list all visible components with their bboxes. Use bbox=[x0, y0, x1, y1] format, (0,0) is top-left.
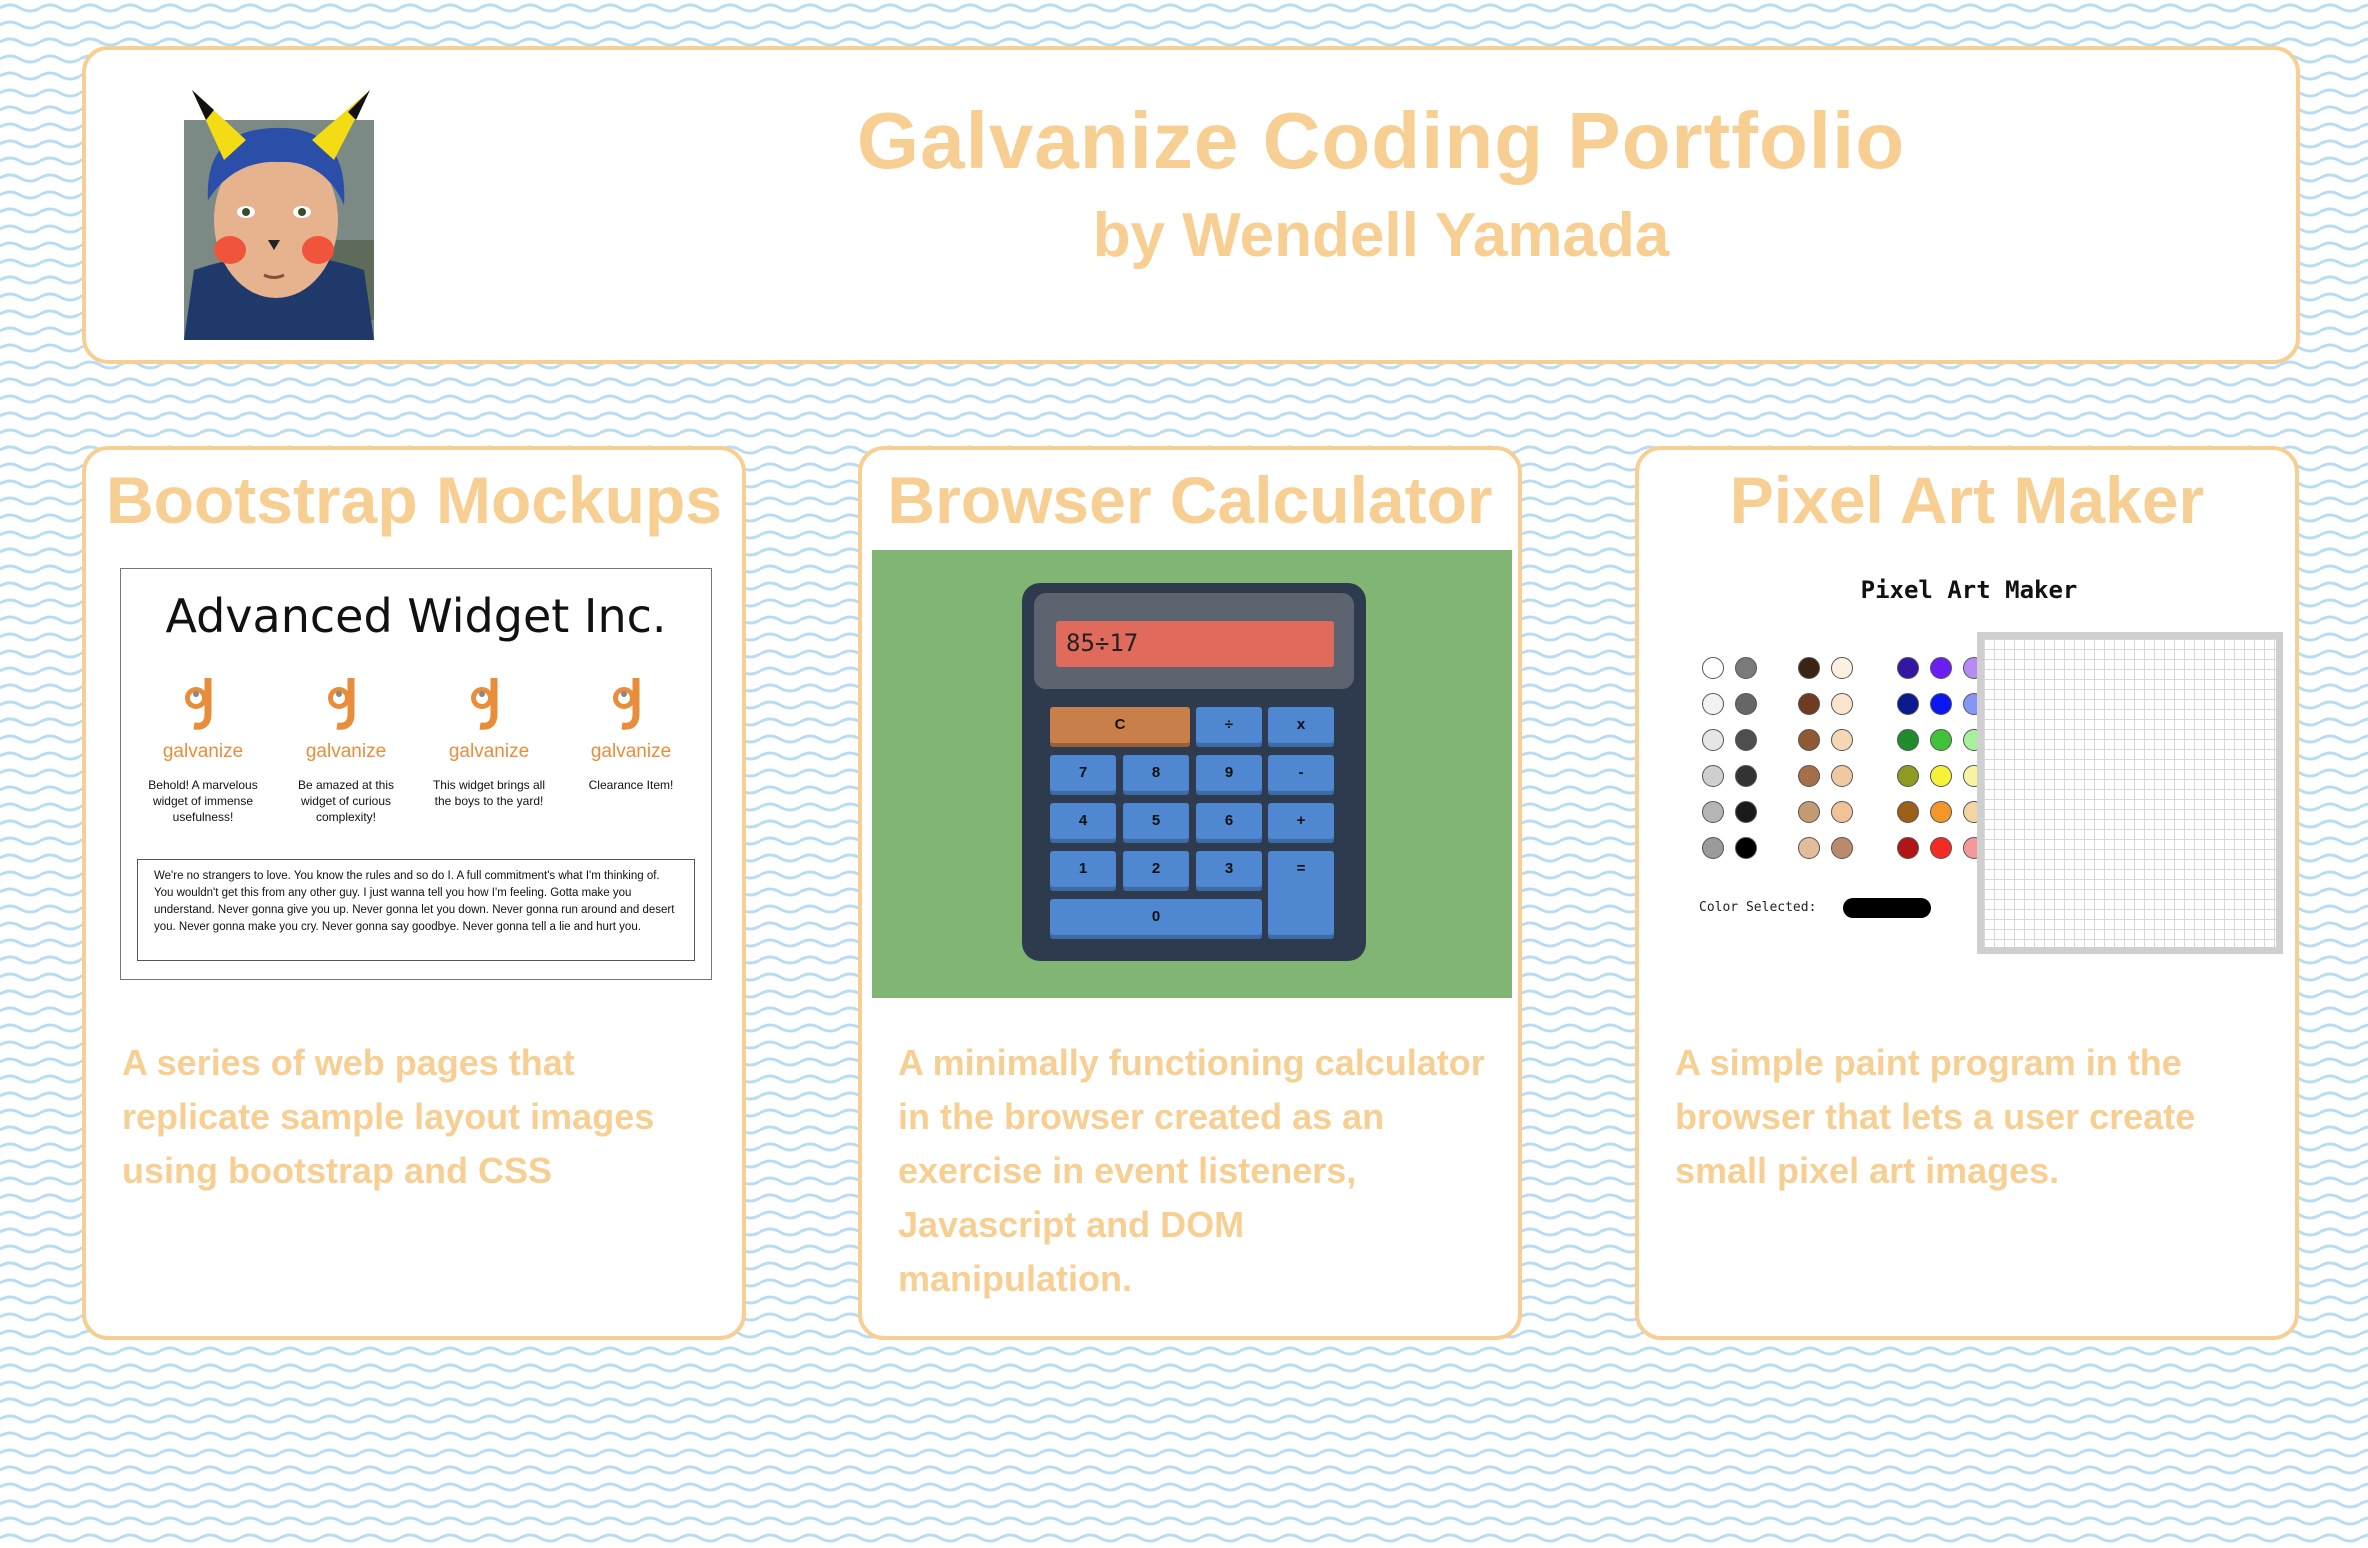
palette-color-swatch bbox=[1797, 729, 1820, 751]
pixel-art-heading: Pixel Art Maker bbox=[1860, 576, 2078, 604]
palette-color-swatch bbox=[1896, 801, 1919, 823]
card-title[interactable]: Pixel Art Maker bbox=[1639, 462, 2295, 538]
palette-color-swatch bbox=[1929, 837, 1952, 859]
palette-color-swatch bbox=[1797, 837, 1820, 859]
palette-color-swatch bbox=[1896, 693, 1919, 715]
palette-color-swatch bbox=[1929, 693, 1952, 715]
palette-color-swatch bbox=[1830, 729, 1853, 751]
card-description: A simple paint program in the browser th… bbox=[1675, 1042, 2196, 1191]
calc-key-equals: = bbox=[1268, 851, 1334, 935]
palette-color-swatch bbox=[1701, 837, 1724, 859]
calc-key-0: 0 bbox=[1050, 899, 1262, 935]
palette-color-swatch bbox=[1734, 801, 1757, 823]
project-card-bootstrap[interactable]: Bootstrap Mockups Advanced Widget Inc. g… bbox=[82, 446, 746, 1340]
palette-color-swatch bbox=[1734, 693, 1757, 715]
palette-color-swatch bbox=[1929, 657, 1952, 679]
palette-color-swatch bbox=[1830, 765, 1853, 787]
palette-color-swatch bbox=[1701, 657, 1724, 679]
calc-key-5: 5 bbox=[1123, 803, 1189, 839]
calc-key-6: 6 bbox=[1196, 803, 1262, 839]
widget-column: galvanize Clearance Item! bbox=[561, 674, 701, 793]
palette-color-swatch bbox=[1896, 657, 1919, 679]
palette-color-swatch bbox=[1896, 765, 1919, 787]
page-title: Galvanize Coding Portfolio bbox=[856, 96, 1906, 185]
calculator-body: 85÷17 C ÷ x 7 8 9 - 4 5 6 + 1 2 3 = 0 bbox=[1022, 583, 1366, 961]
palette-color-swatch bbox=[1701, 765, 1724, 787]
card-description: A series of web pages that replicate sam… bbox=[122, 1042, 655, 1191]
calculator-screen-bezel: 85÷17 bbox=[1034, 593, 1354, 689]
calc-key-8: 8 bbox=[1123, 755, 1189, 791]
widget-text: Behold! A marvelous widget of immense us… bbox=[148, 778, 258, 824]
page-subtitle: by Wendell Yamada bbox=[1092, 201, 1670, 270]
calculator-display: 85÷17 bbox=[1056, 621, 1334, 667]
widget-text: Clearance Item! bbox=[588, 778, 674, 792]
brand-label: galvanize bbox=[305, 741, 387, 762]
palette-color-swatch bbox=[1929, 801, 1952, 823]
pixel-art-preview-image[interactable]: Pixel Art Maker Color Selected: bbox=[1649, 550, 2289, 998]
palette-color-swatch bbox=[1797, 657, 1820, 679]
calc-key-7: 7 bbox=[1050, 755, 1116, 791]
palette-color-swatch bbox=[1797, 693, 1820, 715]
calc-key-4: 4 bbox=[1050, 803, 1116, 839]
palette-color-swatch bbox=[1734, 729, 1757, 751]
galvanize-logo-icon bbox=[185, 678, 212, 730]
calc-key-1: 1 bbox=[1050, 851, 1116, 887]
palette-color-swatch bbox=[1830, 693, 1853, 715]
calc-key-9: 9 bbox=[1196, 755, 1262, 791]
palette-color-swatch bbox=[1830, 837, 1853, 859]
calc-key-3: 3 bbox=[1196, 851, 1262, 887]
card-description: A minimally functioning calculator in th… bbox=[898, 1042, 1485, 1299]
palette-color-swatch bbox=[1701, 729, 1724, 751]
pixel-canvas-grid bbox=[1977, 632, 2283, 954]
widget-column: galvanize This widget brings all the boy… bbox=[419, 674, 559, 809]
mockup-heading: Advanced Widget Inc. bbox=[165, 589, 667, 643]
calc-key-minus: - bbox=[1268, 755, 1334, 791]
galvanize-logo-icon bbox=[613, 678, 640, 730]
palette-color-swatch bbox=[1896, 837, 1919, 859]
brand-label: galvanize bbox=[448, 741, 530, 762]
calculator-preview-image[interactable]: 85÷17 C ÷ x 7 8 9 - 4 5 6 + 1 2 3 = 0 bbox=[872, 550, 1512, 998]
brand-label: galvanize bbox=[162, 741, 244, 762]
mockup-frame: Advanced Widget Inc. galvanize Behold! A… bbox=[120, 568, 712, 980]
calc-key-2: 2 bbox=[1123, 851, 1189, 887]
palette-color-swatch bbox=[1830, 801, 1853, 823]
galvanize-logo-icon bbox=[471, 678, 498, 730]
widget-column: galvanize Behold! A marvelous widget of … bbox=[133, 674, 273, 825]
brand-label: galvanize bbox=[590, 741, 672, 762]
calc-key-plus: + bbox=[1268, 803, 1334, 839]
widget-text: This widget brings all the boys to the y… bbox=[432, 778, 546, 808]
palette-color-swatch bbox=[1830, 657, 1853, 679]
calc-key-multiply: x bbox=[1268, 707, 1334, 743]
calc-key-clear: C bbox=[1050, 707, 1190, 743]
lyrics-paragraph: We're no strangers to love. You know the… bbox=[137, 859, 695, 961]
project-card-calculator[interactable]: Browser Calculator 85÷17 C ÷ x 7 8 9 - 4… bbox=[858, 446, 1522, 1340]
selected-color-swatch bbox=[1843, 898, 1931, 918]
widget-column: galvanize Be amazed at this widget of cu… bbox=[276, 674, 416, 825]
palette-color-swatch bbox=[1797, 801, 1820, 823]
palette-color-swatch bbox=[1896, 729, 1919, 751]
palette-color-swatch bbox=[1797, 765, 1820, 787]
palette-color-swatch bbox=[1734, 837, 1757, 859]
card-title[interactable]: Browser Calculator bbox=[862, 462, 1518, 538]
calc-key-divide: ÷ bbox=[1196, 707, 1262, 743]
palette-color-swatch bbox=[1701, 801, 1724, 823]
palette-color-swatch bbox=[1701, 693, 1724, 715]
color-selected-label: Color Selected: bbox=[1699, 900, 1817, 915]
bootstrap-preview-image[interactable]: Advanced Widget Inc. galvanize Behold! A… bbox=[96, 550, 736, 998]
card-title[interactable]: Bootstrap Mockups bbox=[86, 462, 742, 538]
project-card-pixel-art[interactable]: Pixel Art Maker Pixel Art Maker Color Se… bbox=[1635, 446, 2299, 1340]
profile-photo bbox=[184, 90, 374, 340]
palette-color-swatch bbox=[1734, 657, 1757, 679]
palette-color-swatch bbox=[1929, 765, 1952, 787]
widget-text: Be amazed at this widget of curious comp… bbox=[297, 778, 395, 824]
galvanize-logo-icon bbox=[328, 678, 355, 730]
palette-color-swatch bbox=[1734, 765, 1757, 787]
header-panel: Galvanize Coding Portfolio by Wendell Ya… bbox=[82, 46, 2300, 364]
palette-color-swatch bbox=[1929, 729, 1952, 751]
